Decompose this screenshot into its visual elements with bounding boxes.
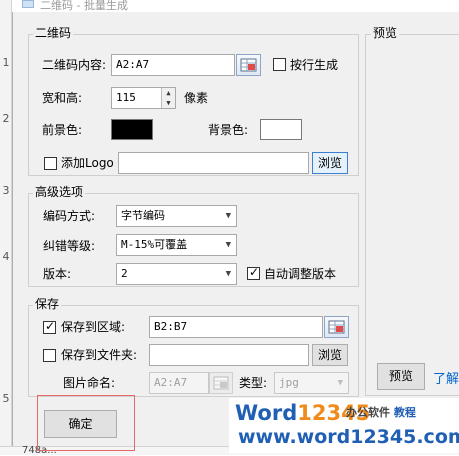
fg-color-label: 前景色: [42,123,83,137]
logo-browse-button[interactable]: 浏览 [312,152,348,174]
bg-color-swatch[interactable] [260,119,302,140]
advanced-group-legend: 高级选项 [33,185,86,199]
range-select-icon [328,320,345,334]
image-name-picker-button[interactable] [209,372,233,394]
row-label: 5 [2,392,10,405]
watermark-tag-tutorial: 教程 [393,406,416,419]
row-label: 2 [2,112,10,125]
size-label: 宽和高: [42,91,83,105]
ecc-select[interactable]: M-15%可覆盖 ▼ [116,234,237,256]
watermark-tag: 办公软件 教程 [346,404,416,420]
preview-group-legend: 预览 [371,26,400,40]
range-select-icon [213,376,229,390]
version-label: 版本: [43,267,72,281]
save-to-range-label: 保存到区域: [61,320,126,334]
ecc-label: 纠错等级: [43,239,96,253]
version-select[interactable]: 2 ▼ [116,263,237,285]
folder-browse-button[interactable]: 浏览 [312,344,348,366]
fg-color-swatch[interactable] [111,119,153,140]
preview-group [365,34,459,396]
size-value: 115 [116,91,136,104]
bg-color-label: 背景色: [208,123,249,137]
preview-button[interactable]: 预览 [377,363,425,390]
chevron-down-icon: ▼ [225,240,231,250]
by-row-label: 按行生成 [290,58,339,72]
save-to-folder-label: 保存到文件夹: [61,348,138,362]
folder-path-input[interactable] [149,344,309,366]
chevron-down-icon: ▼ [337,378,343,388]
spreadsheet-row-headers: 1 2 3 4 5 [0,0,12,455]
type-label: 类型: [239,376,268,390]
size-input[interactable]: 115 ▲ ▼ [111,87,176,109]
confirm-button[interactable]: 确定 [44,410,117,438]
row-label: 3 [2,184,10,197]
range-picker-button[interactable] [236,54,261,76]
watermark-word: Word [235,401,298,425]
spin-up-icon[interactable]: ▲ [162,88,175,98]
encoding-label: 编码方式: [43,209,96,223]
size-spinner[interactable]: ▲ ▼ [161,88,175,108]
save-to-folder-checkbox[interactable] [43,349,56,362]
ecc-value: M-15%可覆盖 [121,238,188,251]
type-select[interactable]: jpg ▼ [274,372,349,394]
watermark-url: www.word12345.com [238,426,459,448]
type-value: jpg [279,376,299,389]
add-logo-label: 添加Logo [61,156,114,170]
encoding-value: 字节编码 [121,209,165,222]
save-range-picker-button[interactable] [324,316,349,338]
qr-content-input[interactable]: A2:A7 [111,54,235,76]
row-label: 4 [2,250,10,263]
check-icon: ✓ [45,319,56,333]
qr-group-legend: 二维码 [33,26,74,40]
learn-more-link[interactable]: 了解 [433,368,459,387]
size-unit: 像素 [184,91,209,105]
image-name-input[interactable]: A2:A7 [149,372,209,394]
save-to-range-checkbox[interactable]: ✓ [43,319,56,334]
save-group-legend: 保存 [33,297,62,311]
chevron-down-icon: ▼ [225,211,231,221]
encoding-select[interactable]: 字节编码 ▼ [116,205,237,227]
dialog-title: 二维码 - 批量生成 [40,0,128,12]
row-label: 1 [2,56,10,69]
auto-version-label: 自动调整版本 [264,267,337,281]
version-value: 2 [121,267,128,280]
image-name-label: 图片命名: [63,376,116,390]
range-select-icon [240,58,257,72]
check-icon: ✓ [249,265,260,279]
chevron-down-icon: ▼ [225,269,231,279]
app-icon [22,0,34,8]
by-row-checkbox[interactable] [273,58,286,71]
watermark-tag-office: 办公软件 [346,406,390,419]
add-logo-checkbox[interactable] [44,157,57,170]
auto-version-checkbox[interactable]: ✓ [247,265,260,280]
spin-down-icon[interactable]: ▼ [162,98,175,108]
logo-path-input[interactable] [118,152,309,174]
save-range-input[interactable]: B2:B7 [149,316,323,338]
qr-content-label: 二维码内容: [42,58,107,72]
